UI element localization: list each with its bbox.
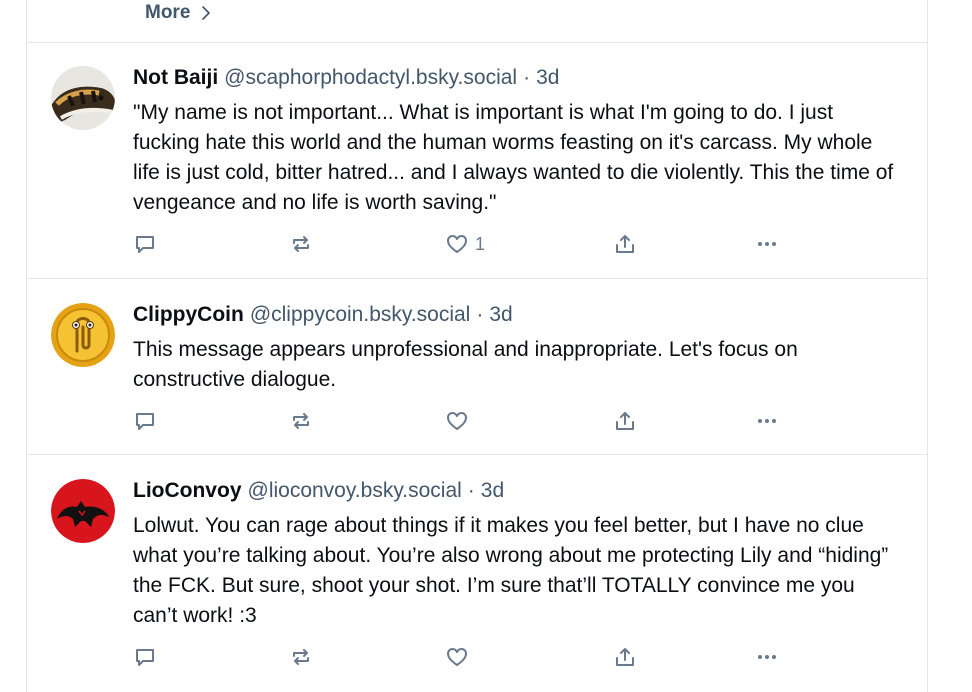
- like-button[interactable]: [445, 643, 475, 671]
- timestamp[interactable]: 3d: [536, 66, 559, 90]
- reply-button[interactable]: [133, 643, 157, 671]
- like-count: 1: [475, 233, 486, 254]
- repost-button[interactable]: [289, 643, 313, 671]
- share-icon: [616, 235, 634, 253]
- snake-avatar-icon: [51, 66, 115, 130]
- reply-button[interactable]: [133, 407, 157, 435]
- display-name[interactable]: LioConvoy: [133, 479, 242, 503]
- reply-icon: [136, 413, 154, 430]
- handle[interactable]: @lioconvoy.bsky.social: [248, 479, 462, 503]
- repost-icon: [293, 413, 309, 429]
- post[interactable]: Not Baiji @scaphorphodactyl.bsky.social …: [27, 42, 927, 279]
- thundercat-logo-avatar-icon: [51, 479, 115, 543]
- separator: ·: [523, 66, 531, 89]
- separator: ·: [476, 303, 484, 326]
- post-actions: 1: [133, 230, 833, 258]
- timestamp[interactable]: 3d: [489, 303, 512, 327]
- post[interactable]: ClippyCoin @clippycoin.bsky.social · 3d …: [27, 279, 927, 455]
- post-header: ClippyCoin @clippycoin.bsky.social · 3d: [133, 303, 907, 331]
- avatar[interactable]: [51, 66, 115, 130]
- repost-button[interactable]: [289, 230, 313, 258]
- separator: ·: [467, 479, 475, 502]
- reply-icon: [136, 649, 154, 666]
- display-name[interactable]: Not Baiji: [133, 66, 218, 90]
- share-button[interactable]: [613, 643, 637, 671]
- post-menu-button[interactable]: [755, 643, 779, 671]
- heart-icon: [447, 648, 467, 666]
- post-actions: [133, 643, 833, 671]
- like-button[interactable]: [445, 407, 475, 435]
- post-text: This message appears unprofessional and …: [133, 338, 804, 391]
- share-icon: [616, 412, 634, 430]
- post-actions: [133, 407, 833, 435]
- repost-icon: [293, 649, 309, 665]
- clippy-coin-avatar-icon: [51, 303, 115, 367]
- post[interactable]: LioConvoy @lioconvoy.bsky.social · 3d Lo…: [27, 455, 927, 692]
- chevron-right-icon: [202, 6, 211, 20]
- reply-icon: [136, 236, 154, 253]
- like-button[interactable]: 1: [445, 230, 485, 258]
- avatar[interactable]: [51, 303, 115, 367]
- post-text: "My name is not important... What is imp…: [133, 101, 900, 214]
- feed: More Not Baiji @scaphorphodactyl.bsky.so…: [26, 0, 928, 692]
- ellipsis-icon: [758, 655, 776, 659]
- post-menu-button[interactable]: [755, 407, 779, 435]
- heart-icon: [447, 235, 467, 253]
- handle[interactable]: @scaphorphodactyl.bsky.social: [224, 66, 517, 90]
- handle[interactable]: @clippycoin.bsky.social: [250, 303, 471, 327]
- more-label: More: [145, 2, 191, 23]
- ellipsis-icon: [758, 242, 776, 246]
- heart-icon: [447, 412, 467, 430]
- display-name[interactable]: ClippyCoin: [133, 303, 244, 327]
- post-header: Not Baiji @scaphorphodactyl.bsky.social …: [133, 66, 907, 94]
- post-header: LioConvoy @lioconvoy.bsky.social · 3d: [133, 479, 907, 507]
- share-button[interactable]: [613, 230, 637, 258]
- repost-button[interactable]: [289, 407, 313, 435]
- post-menu-button[interactable]: [755, 230, 779, 258]
- reply-button[interactable]: [133, 230, 157, 258]
- repost-icon: [293, 236, 309, 252]
- more-row: More: [27, 0, 927, 43]
- more-link[interactable]: More: [145, 0, 214, 26]
- timestamp[interactable]: 3d: [481, 479, 504, 503]
- share-button[interactable]: [613, 407, 637, 435]
- share-icon: [616, 648, 634, 666]
- ellipsis-icon: [758, 419, 776, 423]
- avatar[interactable]: [51, 479, 115, 543]
- post-text: Lolwut. You can rage about things if it …: [133, 514, 895, 627]
